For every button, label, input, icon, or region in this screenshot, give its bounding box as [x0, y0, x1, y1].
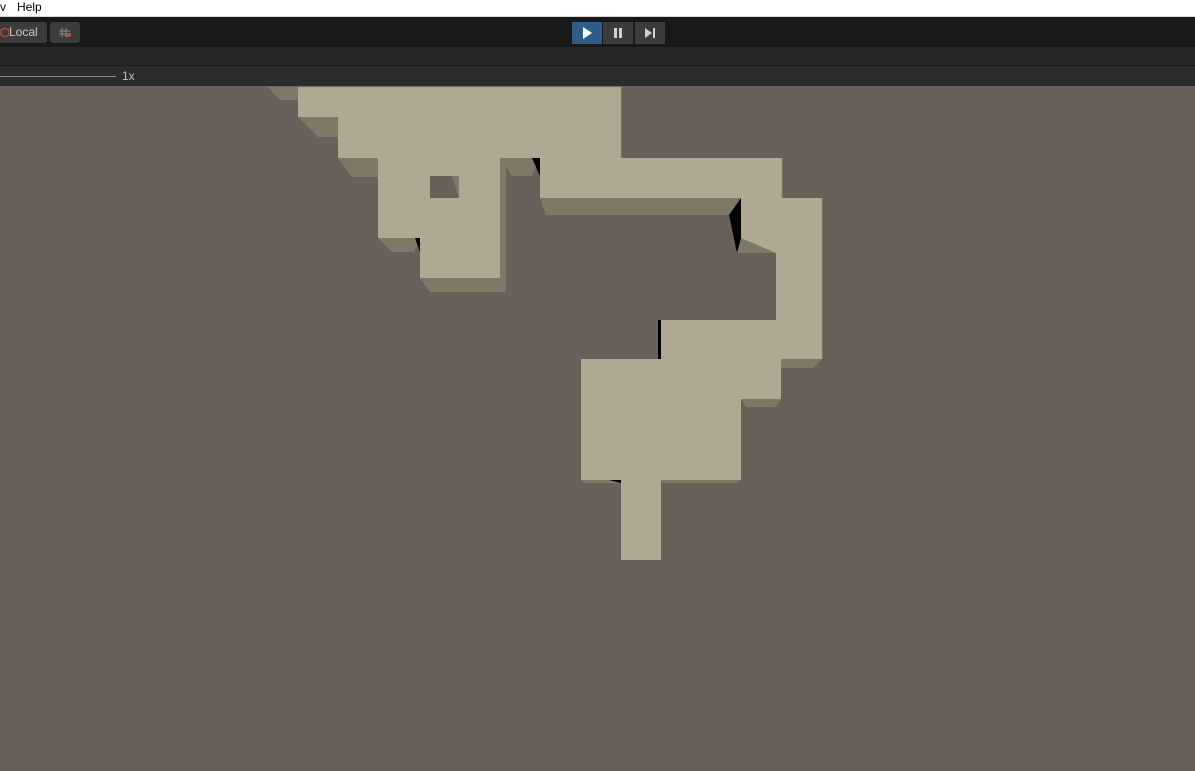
grid-snap-button[interactable]: [50, 22, 80, 43]
menu-item-partial[interactable]: v: [0, 0, 6, 15]
scale-slider[interactable]: [0, 76, 116, 77]
cube-icon: [0, 27, 9, 37]
menu-bar: v Help: [0, 0, 1195, 17]
pause-icon: [614, 28, 622, 38]
play-button[interactable]: [572, 22, 602, 44]
scale-label: 1x: [122, 69, 135, 83]
dungeon-scene: [0, 86, 1195, 766]
pivot-rotation-button[interactable]: Local: [0, 22, 47, 43]
main-toolbar: Local: [0, 17, 1195, 47]
game-viewport[interactable]: [0, 86, 1195, 766]
pause-button[interactable]: [603, 22, 633, 44]
game-view-subbar: [0, 47, 1195, 65]
pivot-rotation-label: Local: [9, 25, 38, 39]
grid-snap-icon: [59, 28, 71, 37]
step-button[interactable]: [635, 22, 665, 44]
menu-item-help[interactable]: Help: [17, 0, 42, 15]
play-icon: [583, 27, 592, 39]
step-forward-icon: [645, 28, 655, 38]
game-view-scale-bar: 1x: [0, 65, 1195, 87]
